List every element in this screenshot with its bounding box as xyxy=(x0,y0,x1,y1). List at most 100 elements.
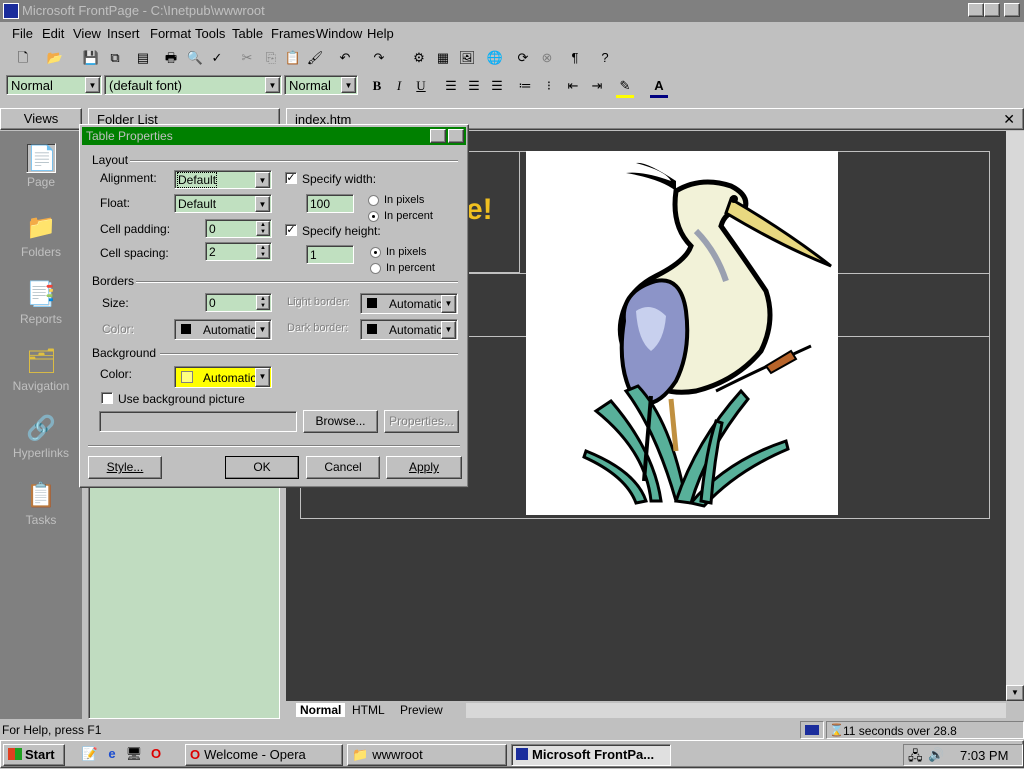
underline-icon[interactable]: U xyxy=(412,77,430,95)
apply-button[interactable]: Apply xyxy=(386,456,462,479)
style-button[interactable]: Style... xyxy=(88,456,162,479)
chevron-down-icon[interactable]: ▼ xyxy=(441,321,456,339)
align-center-icon[interactable]: ☰ xyxy=(465,77,483,95)
ok-button[interactable]: OK xyxy=(225,456,299,479)
menu-format[interactable]: Format xyxy=(150,26,191,41)
main-title-bar[interactable]: Microsoft FrontPage - C:\Inetpub\wwwroot… xyxy=(0,0,1024,22)
view-tasks[interactable]: 📋 Tasks xyxy=(0,481,82,527)
quicklaunch-opera-icon[interactable]: O xyxy=(147,745,165,763)
close-page-icon[interactable]: ✕ xyxy=(1003,111,1015,128)
app-icon[interactable] xyxy=(3,3,19,19)
quicklaunch-ie-icon[interactable]: e xyxy=(103,745,121,763)
dark-border-select[interactable]: Automatic ▼ xyxy=(360,319,458,340)
save-icon[interactable]: 💾 xyxy=(82,49,100,67)
insert-table-icon[interactable]: ▦ xyxy=(434,49,452,67)
menu-window[interactable]: Window xyxy=(316,26,362,41)
background-color-select[interactable]: Automatic ▼ xyxy=(174,366,272,388)
clock[interactable]: 7:03 PM xyxy=(960,748,1008,763)
tab-normal[interactable]: Normal xyxy=(296,703,346,717)
start-button[interactable]: Start xyxy=(3,744,65,766)
height-input[interactable]: 1 xyxy=(306,245,354,264)
float-select[interactable]: Default ▼ xyxy=(174,194,272,213)
network-tray-icon[interactable]: 🖧 xyxy=(908,747,923,769)
chevron-down-icon[interactable]: ▼ xyxy=(441,295,456,313)
view-folders[interactable]: 📁 Folders xyxy=(0,213,82,259)
insert-component-icon[interactable]: ⚙ xyxy=(410,49,428,67)
chevron-down-icon[interactable]: ▼ xyxy=(255,321,270,339)
align-right-icon[interactable]: ☰ xyxy=(488,77,506,95)
menu-table[interactable]: Table xyxy=(232,26,263,41)
spinner-icon[interactable]: ▲ ▼ xyxy=(256,221,270,236)
quicklaunch-notepad-icon[interactable]: 📝 xyxy=(81,745,99,763)
view-page[interactable]: 📄 Page xyxy=(0,143,82,189)
cell-spacing-input[interactable]: 2 ▲ ▼ xyxy=(205,242,272,261)
folder-list-icon[interactable]: ▤ xyxy=(134,49,152,67)
numbered-list-icon[interactable]: ≔ xyxy=(516,77,534,95)
align-left-icon[interactable]: ☰ xyxy=(442,77,460,95)
publish-icon[interactable]: ⧉ xyxy=(106,49,124,67)
print-icon[interactable]: 🖶 xyxy=(162,49,180,67)
chevron-down-icon[interactable]: ▼ xyxy=(265,77,280,93)
bold-icon[interactable]: B xyxy=(368,77,386,95)
task-opera[interactable]: O Welcome - Opera xyxy=(185,744,343,766)
undo-icon[interactable]: ↶ xyxy=(336,49,354,67)
view-navigation[interactable]: 🗂 Navigation xyxy=(0,347,82,393)
view-hyperlinks[interactable]: 🔗 Hyperlinks xyxy=(0,414,82,460)
width-percent-radio[interactable] xyxy=(368,211,379,222)
close-dialog-button[interactable]: ✕ xyxy=(448,129,464,143)
chevron-down-icon[interactable]: ▼ xyxy=(341,77,356,93)
dialog-title-bar[interactable]: Table Properties ? ✕ xyxy=(82,127,466,145)
horizontal-scrollbar[interactable] xyxy=(466,703,1006,718)
menu-help[interactable]: Help xyxy=(367,26,394,41)
spinner-icon[interactable]: ▲ ▼ xyxy=(256,295,270,310)
refresh-icon[interactable]: ⟳ xyxy=(514,49,532,67)
italic-icon[interactable]: I xyxy=(390,77,408,95)
scroll-down-button[interactable]: ▼ xyxy=(1006,685,1024,701)
volume-tray-icon[interactable]: 🔊 xyxy=(928,747,944,763)
bulleted-list-icon[interactable]: ⁝ xyxy=(540,77,558,95)
hyperlink-icon[interactable]: 🌐 xyxy=(486,49,504,67)
height-pixels-radio[interactable] xyxy=(370,247,381,258)
properties-button[interactable]: Properties... xyxy=(384,410,459,433)
minimize-button[interactable]: _ xyxy=(968,3,984,17)
menu-view[interactable]: View xyxy=(73,26,101,41)
cut-icon[interactable]: ✂ xyxy=(238,49,256,67)
restore-button[interactable]: ❐ xyxy=(984,3,1000,17)
decrease-indent-icon[interactable]: ⇤ xyxy=(564,77,582,95)
menu-frames[interactable]: Frames xyxy=(271,26,315,41)
chevron-down-icon[interactable]: ▼ xyxy=(255,196,270,212)
help-button[interactable]: ? xyxy=(430,129,446,143)
menu-edit[interactable]: Edit xyxy=(42,26,64,41)
insert-picture-icon[interactable]: 🖼 xyxy=(458,49,476,67)
stop-icon[interactable]: ⊗ xyxy=(538,49,556,67)
chevron-down-icon[interactable]: ▼ xyxy=(85,77,100,93)
border-color-select[interactable]: Automatic ▼ xyxy=(174,319,272,340)
specify-height-checkbox[interactable]: ✓ xyxy=(285,224,297,236)
chevron-down-icon[interactable]: ▼ xyxy=(255,368,270,387)
background-picture-input[interactable] xyxy=(99,411,297,432)
alignment-select[interactable]: Default ▼ xyxy=(174,170,272,189)
heron-image[interactable] xyxy=(526,151,838,515)
menu-insert[interactable]: Insert xyxy=(107,26,140,41)
print-preview-icon[interactable]: 🔍 xyxy=(186,49,204,67)
help-icon[interactable]: ? xyxy=(596,49,614,67)
width-input[interactable]: 100 xyxy=(306,194,354,213)
task-frontpage[interactable]: Microsoft FrontPa... xyxy=(511,744,671,766)
highlight-icon[interactable]: ✎ xyxy=(616,77,634,98)
use-background-picture-checkbox[interactable] xyxy=(101,392,113,404)
light-border-select[interactable]: Automatic ▼ xyxy=(360,293,458,314)
size-combo[interactable]: Normal ▼ xyxy=(284,75,358,95)
border-size-input[interactable]: 0 ▲ ▼ xyxy=(205,293,272,312)
close-window-button[interactable]: ✕ xyxy=(1004,3,1020,17)
browse-button[interactable]: Browse... xyxy=(303,410,378,433)
increase-indent-icon[interactable]: ⇥ xyxy=(588,77,606,95)
menu-file[interactable]: File xyxy=(12,26,33,41)
format-painter-icon[interactable]: 🖌 xyxy=(306,49,324,67)
spinner-icon[interactable]: ▲ ▼ xyxy=(256,244,270,259)
redo-icon[interactable]: ↷ xyxy=(370,49,388,67)
font-color-icon[interactable]: A xyxy=(650,77,668,98)
view-reports[interactable]: 📑 Reports xyxy=(0,280,82,326)
menu-tools[interactable]: Tools xyxy=(195,26,225,41)
width-pixels-radio[interactable] xyxy=(368,195,379,206)
spelling-icon[interactable]: ✓ xyxy=(208,49,226,67)
